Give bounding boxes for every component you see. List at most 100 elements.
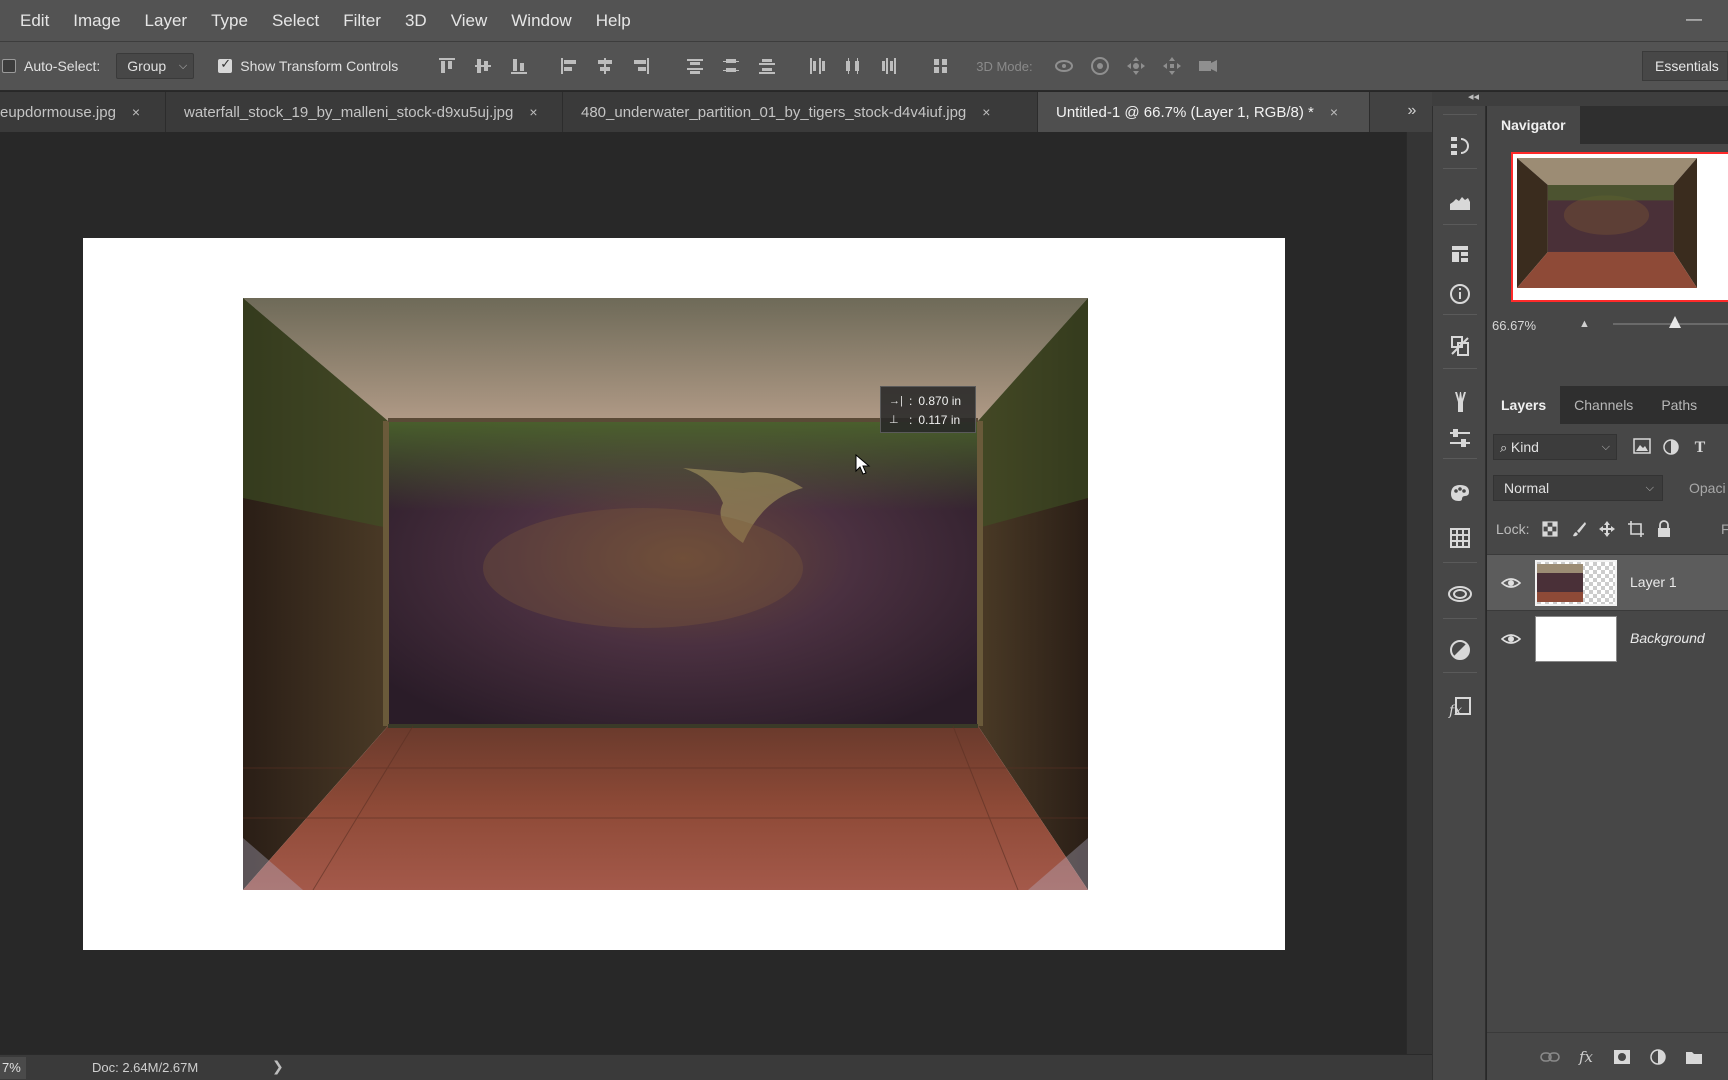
menu-select[interactable]: Select bbox=[260, 0, 331, 41]
swatches-icon[interactable] bbox=[1446, 478, 1474, 506]
info-icon[interactable] bbox=[1446, 280, 1474, 308]
workspace-switcher[interactable]: Essentials bbox=[1642, 51, 1728, 81]
menu-window[interactable]: Window bbox=[499, 0, 583, 41]
3d-slide-icon[interactable] bbox=[1161, 55, 1183, 77]
distribute-top-icon[interactable] bbox=[684, 55, 706, 77]
distribute-bottom-icon[interactable] bbox=[756, 55, 778, 77]
navigator-zoom-value[interactable]: 66.67% bbox=[1492, 318, 1536, 333]
lock-artboard-icon[interactable] bbox=[1626, 519, 1646, 539]
menu-type[interactable]: Type bbox=[199, 0, 260, 41]
distribute-hcenter-icon[interactable] bbox=[842, 55, 864, 77]
canvas-area[interactable]: →| : 0.870 in ⊥ : 0.117 in bbox=[0, 132, 1406, 1054]
align-top-icon[interactable] bbox=[436, 55, 458, 77]
3d-rotate-icon[interactable] bbox=[1053, 55, 1075, 77]
filter-type-icon[interactable]: T bbox=[1690, 438, 1710, 458]
close-icon[interactable]: × bbox=[529, 104, 537, 120]
link-icon[interactable] bbox=[1539, 1047, 1561, 1067]
3d-roll-icon[interactable] bbox=[1089, 55, 1111, 77]
tabs-overflow-icon[interactable]: » bbox=[1392, 92, 1432, 132]
lock-position-icon[interactable] bbox=[1597, 519, 1617, 539]
distribute-h-group bbox=[806, 55, 900, 77]
lock-pixels-brush-icon[interactable] bbox=[1569, 519, 1589, 539]
menu-help[interactable]: Help bbox=[584, 0, 643, 41]
menu-3d[interactable]: 3D bbox=[393, 0, 439, 41]
distribute-vcenter-icon[interactable] bbox=[720, 55, 742, 77]
tab-navigator[interactable]: Navigator bbox=[1487, 106, 1580, 144]
properties-icon[interactable] bbox=[1446, 240, 1474, 268]
libraries-icon[interactable] bbox=[1446, 580, 1474, 608]
menu-edit[interactable]: Edit bbox=[0, 0, 61, 41]
auto-align-icon[interactable] bbox=[930, 55, 952, 77]
auto-select-checkbox[interactable] bbox=[2, 59, 16, 73]
align-left-icon[interactable] bbox=[558, 55, 580, 77]
layer-kind-filter[interactable]: ⌕ Kind ⌵ bbox=[1493, 434, 1617, 460]
doc-tab-waterfall[interactable]: waterfall_stock_19_by_malleni_stock-d9xu… bbox=[166, 92, 563, 132]
auto-select-target-dropdown[interactable]: Group ⌵ bbox=[116, 53, 195, 79]
brush-icon[interactable] bbox=[1446, 388, 1474, 416]
opacity-label: Opaci bbox=[1689, 480, 1726, 496]
tab-paths[interactable]: Paths bbox=[1647, 386, 1711, 424]
layer-name[interactable]: Layer 1 bbox=[1630, 574, 1677, 590]
strip-divider bbox=[1443, 672, 1477, 673]
layer-row-background[interactable]: Background bbox=[1487, 610, 1728, 666]
close-icon[interactable]: × bbox=[982, 104, 990, 120]
navigator-zoom-slider-thumb[interactable] bbox=[1669, 316, 1682, 328]
clone-source-icon[interactable] bbox=[1446, 332, 1474, 360]
doc-size-info: Doc: 2.64M/2.67M bbox=[92, 1060, 199, 1075]
tab-channels[interactable]: Channels bbox=[1560, 386, 1647, 424]
tab-layers[interactable]: Layers bbox=[1487, 386, 1561, 424]
adjustment-layer-icon[interactable] bbox=[1647, 1047, 1669, 1067]
menu-layer[interactable]: Layer bbox=[133, 0, 200, 41]
histogram-icon[interactable] bbox=[1446, 188, 1474, 216]
document-canvas[interactable] bbox=[83, 238, 1285, 950]
chevron-down-icon: ⌵ bbox=[178, 59, 188, 72]
menu-image[interactable]: Image bbox=[61, 0, 132, 41]
layers-panel: ⌕ Kind ⌵ T Normal ⌵ Opaci Lock: F Layer … bbox=[1487, 424, 1728, 1080]
blend-mode-dropdown[interactable]: Normal ⌵ bbox=[1493, 475, 1663, 501]
navigator-preview[interactable] bbox=[1511, 152, 1728, 302]
filter-pixel-icon[interactable] bbox=[1632, 438, 1652, 458]
collapse-panels-icon[interactable]: ◂◂ bbox=[1468, 90, 1479, 103]
doc-tab-underwater[interactable]: 480_underwater_partition_01_by_tigers_st… bbox=[563, 92, 1038, 132]
3d-scale-icon[interactable] bbox=[1197, 55, 1219, 77]
menu-filter[interactable]: Filter bbox=[331, 0, 393, 41]
distribute-right-icon[interactable] bbox=[878, 55, 900, 77]
minimize-window-icon[interactable]: — bbox=[1684, 10, 1704, 30]
eye-icon[interactable] bbox=[1501, 573, 1521, 593]
status-menu-arrow-icon[interactable]: ❯ bbox=[272, 1058, 284, 1075]
adjustments-icon[interactable] bbox=[1446, 424, 1474, 452]
status-zoom-field[interactable]: 7% bbox=[0, 1056, 26, 1079]
measurement-hud: →| : 0.870 in ⊥ : 0.117 in bbox=[880, 386, 976, 433]
align-hcenter-icon[interactable] bbox=[594, 55, 616, 77]
panel-collapse-bar[interactable]: ◂◂ bbox=[1432, 90, 1728, 106]
strip-divider bbox=[1443, 224, 1477, 225]
group-folder-icon[interactable] bbox=[1683, 1047, 1705, 1067]
lock-transparent-icon[interactable] bbox=[1540, 519, 1560, 539]
show-transform-checkbox[interactable] bbox=[218, 57, 233, 73]
history-icon[interactable] bbox=[1446, 132, 1474, 160]
zoom-out-mountain-icon[interactable]: ▲ bbox=[1579, 318, 1590, 330]
strip-divider bbox=[1443, 562, 1477, 563]
layer-row-layer-1[interactable]: Layer 1 bbox=[1487, 554, 1728, 610]
align-vcenter-icon[interactable] bbox=[472, 55, 494, 77]
color-icon[interactable] bbox=[1446, 636, 1474, 664]
distribute-left-icon[interactable] bbox=[806, 55, 828, 77]
layer-name[interactable]: Background bbox=[1630, 630, 1705, 646]
styles-icon[interactable]: fx bbox=[1446, 692, 1474, 720]
filter-adjustment-icon[interactable] bbox=[1661, 438, 1681, 458]
close-icon[interactable]: × bbox=[132, 104, 140, 120]
grid-icon[interactable] bbox=[1446, 524, 1474, 552]
canvas-vertical-scrollbar[interactable] bbox=[1406, 132, 1432, 1054]
close-icon[interactable]: × bbox=[1330, 104, 1338, 120]
align-right-icon[interactable] bbox=[630, 55, 652, 77]
3d-pan-icon[interactable] bbox=[1125, 55, 1147, 77]
align-bottom-icon[interactable] bbox=[508, 55, 530, 77]
doc-tab-eupdormouse[interactable]: eupdormouse.jpg × bbox=[0, 92, 166, 132]
eye-icon[interactable] bbox=[1501, 629, 1521, 649]
doc-tab-untitled-1[interactable]: Untitled-1 @ 66.7% (Layer 1, RGB/8) * × bbox=[1038, 92, 1370, 132]
fx-icon[interactable]: fx bbox=[1575, 1047, 1597, 1067]
menu-view[interactable]: View bbox=[439, 0, 500, 41]
mask-icon[interactable] bbox=[1611, 1047, 1633, 1067]
lock-all-icon[interactable] bbox=[1654, 519, 1674, 539]
layer-thumb-image bbox=[1537, 562, 1615, 604]
